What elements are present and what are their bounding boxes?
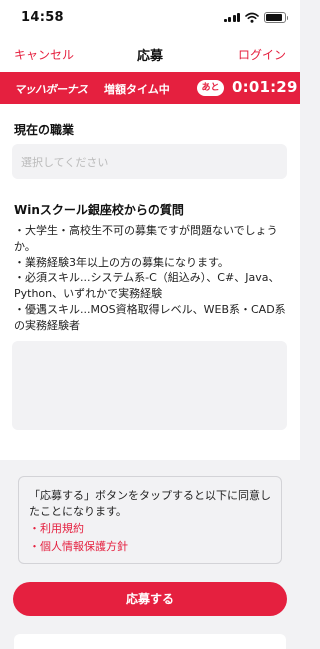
agreement-text: 「応募する」ボタンをタップすると以下に同意したことになります。 [29, 489, 271, 518]
nav-bar: キャンセル 応募 ログイン [0, 34, 300, 72]
bonus-banner: マッハボーナス 増額タイム中 あと 0:01:29 [0, 72, 300, 104]
occupation-label: 現在の職業 [14, 123, 75, 137]
occupation-select[interactable]: 選択してください [12, 144, 287, 179]
remaining-badge: あと [197, 80, 224, 96]
apply-button[interactable]: 応募する [13, 582, 287, 616]
signal-icon [223, 12, 240, 22]
battery-icon [264, 11, 288, 23]
cancel-button[interactable]: キャンセル [14, 46, 74, 63]
status-icons [223, 11, 288, 23]
countdown-timer: 0:01:29 [232, 78, 298, 96]
bonus-logo: マッハボーナス [14, 83, 88, 96]
status-bar: 14:58 [0, 0, 300, 34]
terms-link[interactable]: ・利用規約 [29, 520, 281, 538]
agreement-notice: 「応募する」ボタンをタップすると以下に同意したことになります。 ・利用規約 ・個… [18, 476, 282, 564]
wifi-icon [245, 12, 259, 23]
question-label: Winスクール銀座校からの質問 [14, 203, 184, 217]
application-form: 現在の職業 選択してください Winスクール銀座校からの質問 ・大学生・高校生不… [0, 104, 300, 460]
battery-level [266, 13, 283, 21]
status-time: 14:58 [21, 10, 64, 25]
login-button[interactable]: ログイン [238, 46, 286, 63]
question-text: ・大学生・高校生不可の募集ですが問題ないでしょうか。 ・業務経験3年以上の方の募… [14, 224, 286, 332]
bottom-card [14, 634, 286, 649]
privacy-policy-link[interactable]: ・個人情報保護方針 [29, 538, 281, 556]
bonus-subtitle: 増額タイム中 [104, 83, 170, 96]
answer-textarea[interactable] [12, 341, 287, 430]
